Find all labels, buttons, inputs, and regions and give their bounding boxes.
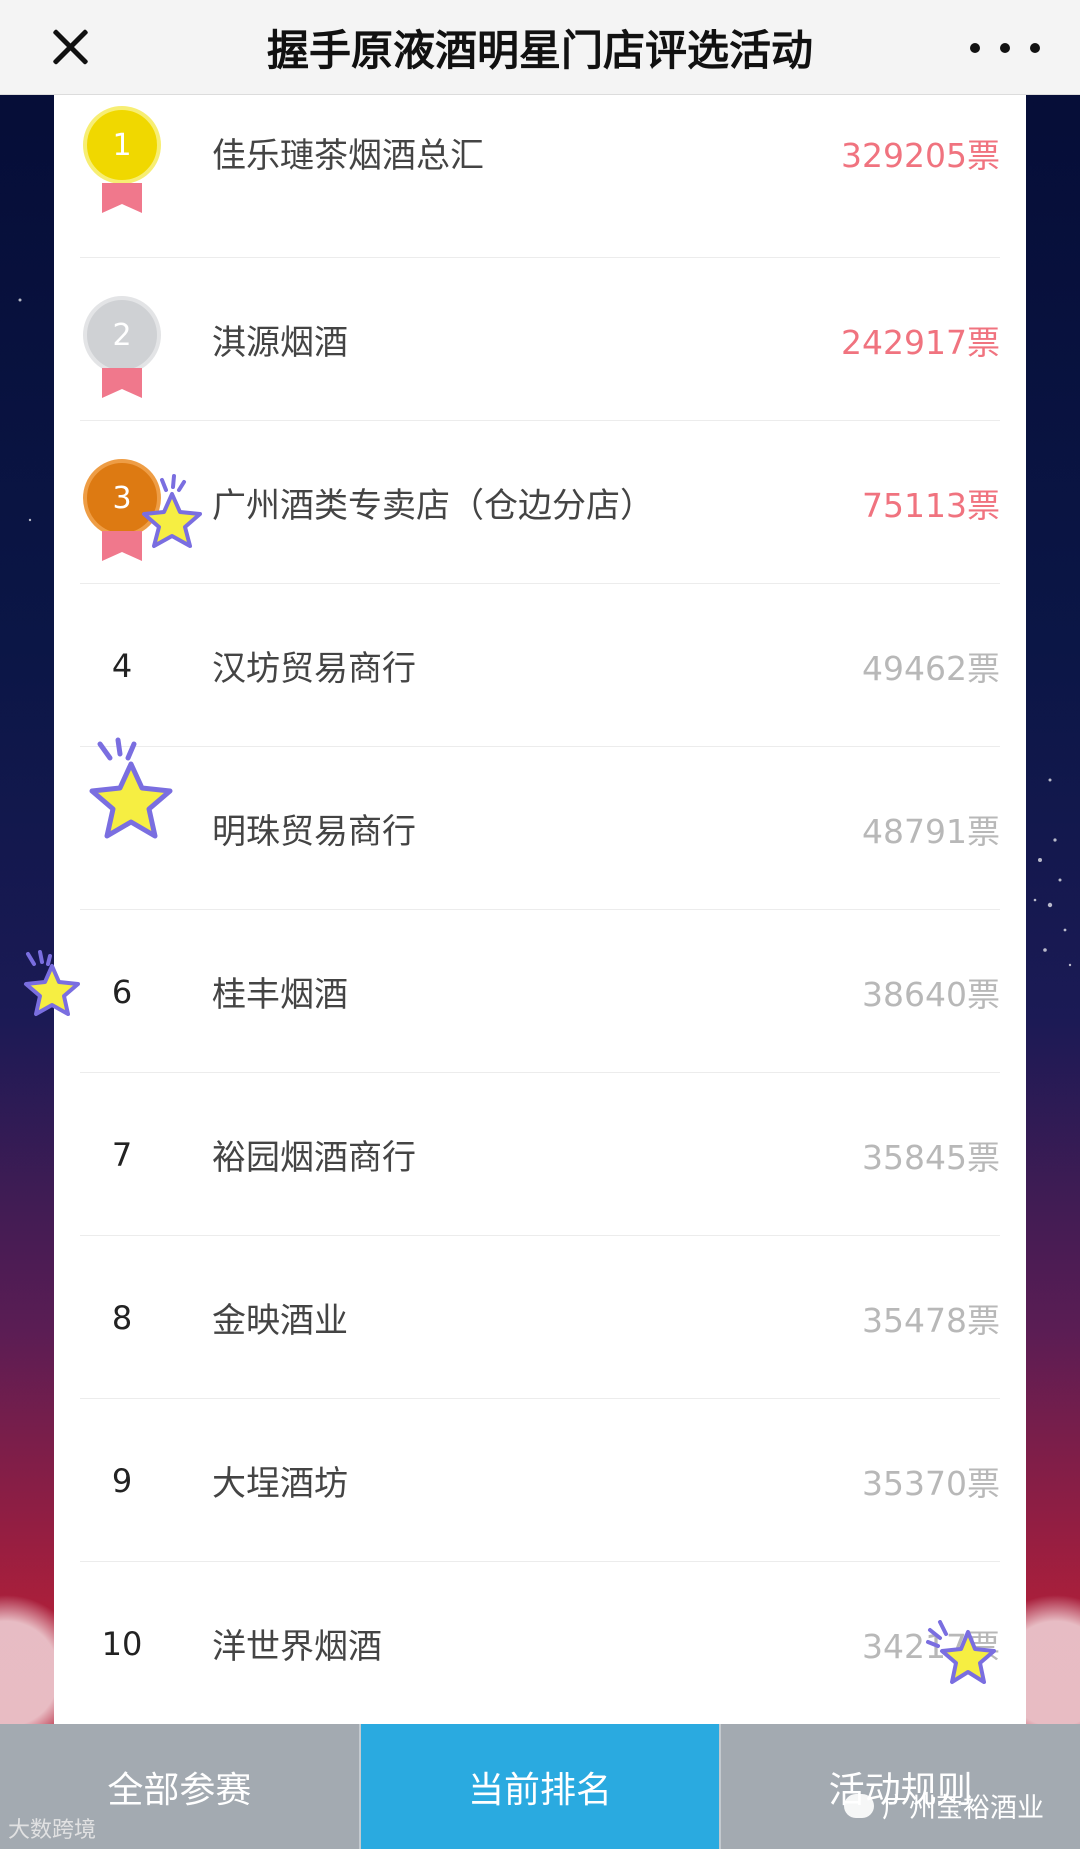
rank-number: 3 (112, 480, 132, 516)
gold-medal-icon: 1 (83, 106, 161, 184)
ranking-row-1[interactable]: 1 佳乐璉茶烟酒总汇 329205票 (80, 95, 1000, 258)
store-name: 大埕酒坊 (212, 1464, 348, 1504)
store-name: 广州酒类专卖店（仓边分店） (212, 486, 654, 526)
rank-number: 10 (101, 1624, 143, 1663)
store-name: 洋世界烟酒 (212, 1627, 382, 1667)
vote-count: 38640票 (862, 974, 1000, 1014)
wechat-icon (844, 1793, 874, 1818)
close-icon[interactable] (40, 18, 100, 78)
vote-count: 329205票 (841, 135, 1000, 175)
store-name: 金映酒业 (212, 1301, 348, 1341)
store-name: 淇源烟酒 (212, 323, 348, 363)
ranking-row-2[interactable]: 2 淇源烟酒 242917票 (80, 258, 1000, 421)
watermark-left: 大数跨境 (8, 1818, 97, 1843)
vote-count: 48791票 (862, 811, 1000, 851)
ribbon-icon (102, 368, 142, 398)
vote-count: 49462票 (862, 648, 1000, 688)
rank-number: 2 (112, 317, 132, 353)
ribbon-icon (102, 183, 142, 213)
ranking-list: 1 佳乐璉茶烟酒总汇 329205票 2 淇源烟酒 242917票 3 广州酒类… (54, 95, 1026, 1724)
tab-current-ranking[interactable]: 当前排名 (358, 1724, 720, 1849)
page-title: 握手原液酒明星门店评选活动 (266, 26, 813, 75)
rank-number: 7 (111, 1135, 133, 1174)
rank-number: 6 (111, 972, 133, 1011)
ranking-row-10[interactable]: 10 洋世界烟酒 34217票 (80, 1562, 1000, 1724)
ranking-row-3[interactable]: 3 广州酒类专卖店（仓边分店） 75113票 (80, 421, 1000, 584)
vote-count: 35370票 (862, 1463, 1000, 1503)
top-bar: 握手原液酒明星门店评选活动 (0, 0, 1080, 95)
silver-medal-icon: 2 (83, 296, 161, 374)
store-name: 裕园烟酒商行 (212, 1138, 416, 1178)
vote-count: 35845票 (862, 1137, 1000, 1177)
rank-number: 1 (112, 127, 132, 163)
rank-number: 4 (111, 646, 133, 685)
watermark-right-text: 广州莹裕酒业 (882, 1793, 1044, 1824)
ranking-row-6[interactable]: 6 桂丰烟酒 38640票 (80, 910, 1000, 1073)
ranking-row-4[interactable]: 4 汉坊贸易商行 49462票 (80, 584, 1000, 747)
vote-count: 34217票 (862, 1626, 1000, 1666)
rank-number: 8 (111, 1298, 133, 1337)
watermark-right: 广州莹裕酒业 (844, 1786, 1044, 1825)
store-name: 汉坊贸易商行 (212, 649, 416, 689)
ranking-row-9[interactable]: 9 大埕酒坊 35370票 (80, 1399, 1000, 1562)
ranking-row-5[interactable]: 5 明珠贸易商行 48791票 (80, 747, 1000, 910)
vote-count: 35478票 (862, 1300, 1000, 1340)
ribbon-icon (102, 531, 142, 561)
rank-number: 9 (111, 1461, 133, 1500)
store-name: 明珠贸易商行 (212, 812, 416, 852)
ranking-row-7[interactable]: 7 裕园烟酒商行 35845票 (80, 1073, 1000, 1236)
store-name: 桂丰烟酒 (212, 975, 348, 1015)
ranking-row-8[interactable]: 8 金映酒业 35478票 (80, 1236, 1000, 1399)
vote-count: 242917票 (841, 322, 1000, 362)
bronze-medal-icon: 3 (83, 459, 161, 537)
more-options-icon[interactable] (970, 25, 1040, 71)
store-name: 佳乐璉茶烟酒总汇 (212, 136, 484, 176)
vote-count: 75113票 (862, 485, 1000, 525)
